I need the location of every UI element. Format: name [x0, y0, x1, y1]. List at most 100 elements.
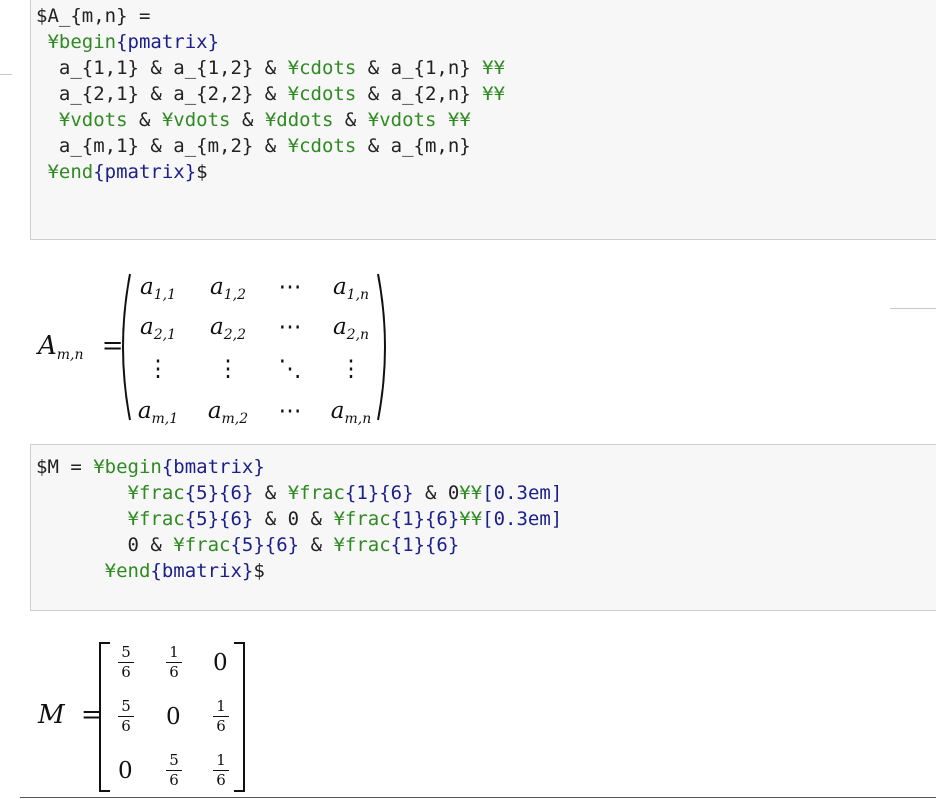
code-text: $ — [253, 560, 265, 582]
code-command: ¥end — [36, 161, 94, 183]
matrix-entry-fraction: 16 — [166, 644, 182, 681]
code-line: $A_{m,n} = — [36, 3, 505, 29]
code-argument: {5}{6} — [184, 482, 254, 504]
code-text: & — [127, 109, 162, 131]
code-argument: {pmatrix} — [93, 161, 197, 183]
divider-left-stub — [0, 74, 12, 75]
code-argument: {1}{6} — [390, 534, 460, 556]
code-text: $A_{m,n} = — [36, 5, 151, 27]
code-argument: {5}{6} — [230, 534, 300, 556]
lhs-variable: A — [38, 331, 57, 361]
output-2-bmatrix: M = 56 16 0 56 0 16 0 56 16 — [0, 638, 936, 794]
code-text: & — [333, 109, 368, 131]
code-command: ¥¥ — [482, 57, 506, 79]
code-text: & a_{m,n} — [356, 135, 471, 157]
matrix-entry: a2,1 — [140, 314, 176, 343]
matrix-entry-zero: 0 — [118, 758, 133, 784]
matrix-entry: a2,n — [332, 314, 370, 343]
code-line: ¥end{pmatrix}$ — [36, 159, 505, 185]
code-command: ¥frac — [173, 534, 231, 556]
code-line: a_{2,1} & a_{2,2} & ¥cdots & a_{2,n} ¥¥ — [36, 81, 505, 107]
code-command: ¥cdots — [287, 57, 357, 79]
code-command: ¥begin — [93, 456, 162, 478]
code-command: ¥¥ — [482, 83, 506, 105]
code-argument: {bmatrix} — [150, 560, 254, 582]
code-line: ¥begin{pmatrix} — [36, 29, 505, 55]
matrix-entry: a1,n — [332, 274, 370, 303]
code-argument: [0.3em] — [482, 482, 563, 504]
code-argument: {5}{6} — [184, 508, 254, 530]
code-text: & 0 & — [253, 508, 334, 530]
code-text: & — [253, 482, 288, 504]
code-text: & — [230, 109, 265, 131]
code-command: ¥vdots — [58, 109, 128, 131]
code-command: ¥frac — [287, 482, 345, 504]
lhs-subscript: m,n — [56, 347, 84, 363]
code-line: 0 & ¥frac{5}{6} & ¥frac{1}{6} — [36, 532, 562, 558]
code-text: & a_{1,n} — [356, 57, 483, 79]
code-command: ¥cdots — [287, 135, 357, 157]
matrix-entry: am,1 — [137, 398, 179, 427]
code-command: ¥begin — [36, 31, 117, 53]
code-text: 0 & — [36, 534, 174, 556]
matrix-entry: am,2 — [207, 398, 249, 427]
code-text: a_{m,1} & a_{m,2} & — [36, 135, 288, 157]
divider-bottom — [20, 797, 936, 798]
output-1-pmatrix: Am,n = a1,1 a1,2 ⋯ a1,n a2,1 a2,2 ⋯ a2,n ⋮ ⋮ ⋱ ⋮ am,… — [0, 260, 936, 430]
code-text: a_{2,1} & a_{2,2} & — [36, 83, 288, 105]
matrix-entry: a2,2 — [210, 314, 246, 343]
matrix-entry: a1,2 — [210, 274, 246, 303]
matrix-entry: ⋮ — [146, 356, 170, 382]
code-line: ¥end{bmatrix}$ — [36, 558, 562, 584]
code-text: $M = — [36, 456, 94, 478]
matrix-entry-fraction: 56 — [118, 698, 134, 735]
code-command: ¥frac — [127, 482, 185, 504]
code-command: ¥end — [104, 560, 151, 582]
matrix-entry: a1,1 — [140, 274, 176, 303]
code-text: & — [299, 534, 334, 556]
code-line: ¥vdots & ¥vdots & ¥ddots & ¥vdots ¥¥ — [36, 107, 505, 133]
matrix-entry: am,n — [330, 398, 372, 427]
code-text: & 0 — [413, 482, 460, 504]
matrix-entry: ⋮ — [339, 356, 363, 382]
matrix-entry-fraction: 56 — [118, 644, 134, 681]
code-command: ¥¥ — [447, 109, 471, 131]
bracket-left — [99, 642, 110, 792]
code-cell-1-editor[interactable]: $A_{m,n} = ¥begin{pmatrix} a_{1,1} & a_{… — [36, 3, 505, 185]
code-text: $ — [196, 161, 208, 183]
matrix-entry: ⋱ — [278, 356, 302, 382]
lhs-variable: M — [38, 700, 65, 730]
output-2-lhs: M = — [38, 700, 103, 730]
matrix-entry: ⋯ — [278, 398, 302, 424]
code-argument: {1}{6} — [344, 482, 414, 504]
code-argument: {pmatrix} — [116, 31, 220, 53]
output-1-lhs: Am,n = — [38, 331, 124, 363]
code-command: ¥frac — [333, 534, 391, 556]
matrix-entry-fraction: 16 — [213, 698, 229, 735]
code-command: ¥frac — [333, 508, 391, 530]
code-text: & a_{2,n} — [356, 83, 483, 105]
code-line: a_{m,1} & a_{m,2} & ¥cdots & a_{m,n} — [36, 133, 505, 159]
matrix-entry: ⋯ — [278, 314, 302, 340]
code-line: a_{1,1} & a_{1,2} & ¥cdots & a_{1,n} ¥¥ — [36, 55, 505, 81]
code-line: $M = ¥begin{bmatrix} — [36, 454, 562, 480]
bracket-right — [234, 642, 245, 792]
code-argument: [0.3em] — [482, 508, 563, 530]
code-argument: {1}{6} — [390, 508, 460, 530]
matrix-entry-fraction: 16 — [213, 752, 229, 789]
code-line: ¥frac{5}{6} & 0 & ¥frac{1}{6}¥¥[0.3em] — [36, 506, 563, 532]
code-cell-2-editor[interactable]: $M = ¥begin{bmatrix} ¥frac{5}{6} & ¥frac… — [36, 454, 562, 584]
code-command: ¥vdots — [367, 109, 437, 131]
matrix-entry-fraction: 56 — [166, 752, 182, 789]
matrix-entry-zero: 0 — [166, 704, 181, 730]
code-command: ¥¥ — [459, 482, 483, 504]
matrix-entry-zero: 0 — [213, 650, 228, 676]
matrix-entry: ⋮ — [216, 356, 240, 382]
code-command: ¥cdots — [287, 83, 357, 105]
code-command: ¥¥ — [459, 508, 483, 530]
